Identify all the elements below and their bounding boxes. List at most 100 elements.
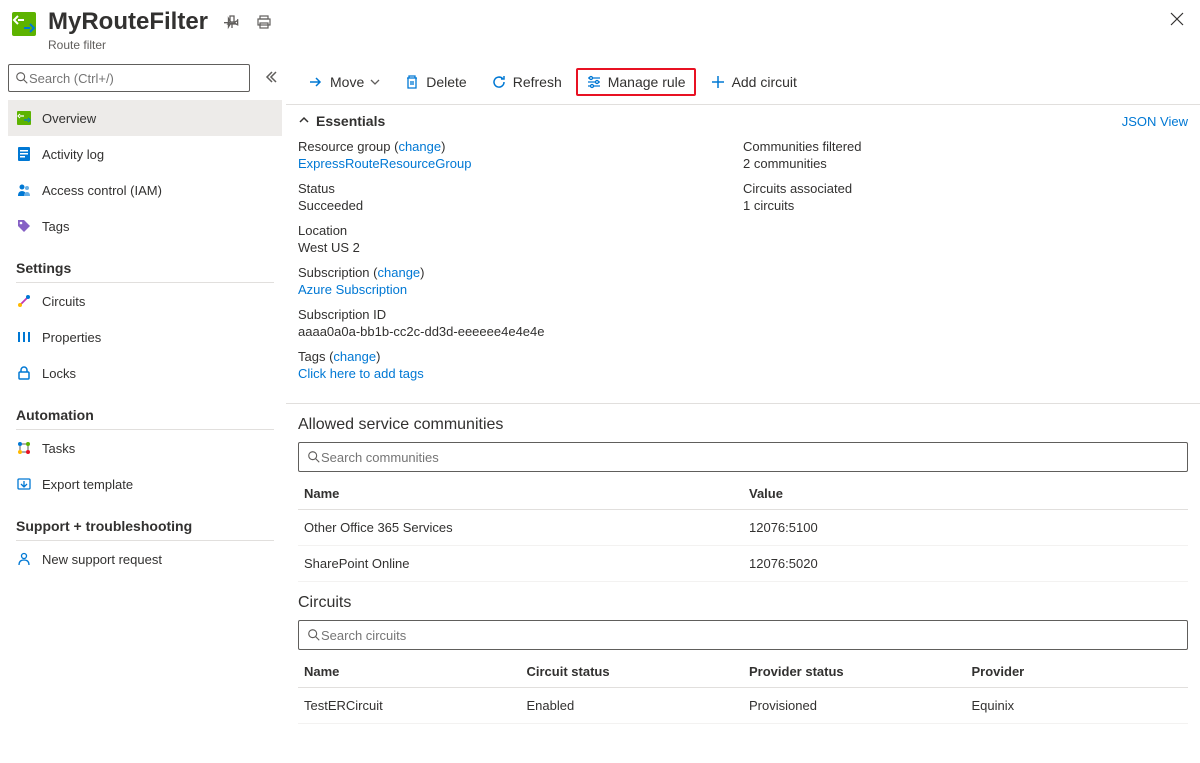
tags-icon xyxy=(16,218,32,234)
chevron-up-icon xyxy=(298,113,310,129)
essentials-toggle[interactable]: Essentials xyxy=(298,113,385,129)
col-value: Value xyxy=(743,478,1188,510)
resource-group-label: Resource group (change) xyxy=(298,139,743,154)
sidebar-item-label: Properties xyxy=(42,330,101,345)
location-value: West US 2 xyxy=(298,240,743,255)
resource-group-value-link[interactable]: ExpressRouteResourceGroup xyxy=(298,156,471,171)
circuits-search-input[interactable] xyxy=(321,628,1179,643)
json-view-link[interactable]: JSON View xyxy=(1122,114,1188,129)
status-value: Succeeded xyxy=(298,198,743,213)
chevron-down-icon xyxy=(370,77,380,87)
sidebar-item-activity-log[interactable]: Activity log xyxy=(8,136,282,172)
communities-section: Allowed service communities Name Value O… xyxy=(286,404,1200,582)
col-provider-status: Provider status xyxy=(743,656,966,688)
activity-log-icon xyxy=(16,146,32,162)
print-icon[interactable] xyxy=(256,14,272,30)
support-icon xyxy=(16,551,32,567)
cell-status: Enabled xyxy=(521,688,744,724)
subscription-value-link[interactable]: Azure Subscription xyxy=(298,282,407,297)
sidebar: Overview Activity log Access control (IAM)… xyxy=(0,60,286,763)
sidebar-item-tasks[interactable]: Tasks xyxy=(8,430,282,466)
col-name: Name xyxy=(298,478,743,510)
sliders-icon xyxy=(586,74,602,90)
export-template-icon xyxy=(16,476,32,492)
col-provider: Provider xyxy=(966,656,1189,688)
communities-filtered-value: 2 communities xyxy=(743,156,1188,171)
table-row[interactable]: SharePoint Online12076:5020 xyxy=(298,546,1188,582)
cell-value: 12076:5020 xyxy=(743,546,1188,582)
essentials-panel: Resource group (change) ExpressRouteReso… xyxy=(286,133,1200,404)
communities-search-input[interactable] xyxy=(321,450,1179,465)
sidebar-item-export-template[interactable]: Export template xyxy=(8,466,282,502)
resource-group-change-link[interactable]: change xyxy=(398,139,441,154)
sidebar-item-label: Export template xyxy=(42,477,133,492)
sidebar-item-tags[interactable]: Tags xyxy=(8,208,282,244)
status-label: Status xyxy=(298,181,743,196)
subscription-change-link[interactable]: change xyxy=(378,265,421,280)
sidebar-item-label: Circuits xyxy=(42,294,85,309)
plus-icon xyxy=(710,74,726,90)
sidebar-item-new-support-request[interactable]: New support request xyxy=(8,541,282,577)
resource-type-icon xyxy=(8,8,40,40)
circuits-table: Name Circuit status Provider status Prov… xyxy=(298,656,1188,724)
sidebar-item-overview[interactable]: Overview xyxy=(8,100,282,136)
toolbar: Move Delete Refresh Manage rule A xyxy=(286,60,1200,105)
sidebar-item-locks[interactable]: Locks xyxy=(8,355,282,391)
search-icon xyxy=(307,450,321,464)
communities-search[interactable] xyxy=(298,442,1188,472)
sidebar-section-title: Automation xyxy=(8,391,282,429)
delete-button[interactable]: Delete xyxy=(394,68,476,96)
location-label: Location xyxy=(298,223,743,238)
close-button[interactable] xyxy=(1170,12,1184,31)
move-button[interactable]: Move xyxy=(298,68,390,96)
communities-title: Allowed service communities xyxy=(298,416,1188,434)
page-title: MyRouteFilter xyxy=(48,8,208,36)
sidebar-item-label: Access control (IAM) xyxy=(42,183,162,198)
sidebar-item-label: Overview xyxy=(42,111,96,126)
table-row[interactable]: Other Office 365 Services12076:5100 xyxy=(298,510,1188,546)
overview-icon xyxy=(16,110,32,126)
sidebar-item-label: Locks xyxy=(42,366,76,381)
refresh-button[interactable]: Refresh xyxy=(481,68,572,96)
search-icon xyxy=(15,71,29,85)
sidebar-section-title: Settings xyxy=(8,244,282,282)
add-circuit-button[interactable]: Add circuit xyxy=(700,68,807,96)
communities-table: Name Value Other Office 365 Services1207… xyxy=(298,478,1188,582)
circuits-title: Circuits xyxy=(298,594,1188,612)
circuits-section: Circuits Name Circuit status Provider st… xyxy=(286,582,1200,724)
sidebar-search-input[interactable] xyxy=(29,71,243,86)
tags-label: Tags (change) xyxy=(298,349,743,364)
sidebar-section-title: Support + troubleshooting xyxy=(8,502,282,540)
sidebar-item-properties[interactable]: Properties xyxy=(8,319,282,355)
cell-value: 12076:5100 xyxy=(743,510,1188,546)
trash-icon xyxy=(404,74,420,90)
circuits-search[interactable] xyxy=(298,620,1188,650)
page-header: MyRouteFilter Route filter xyxy=(0,0,1200,60)
locks-icon xyxy=(16,365,32,381)
sidebar-item-label: Tags xyxy=(42,219,69,234)
cell-name: TestERCircuit xyxy=(298,688,521,724)
cell-name: SharePoint Online xyxy=(298,546,743,582)
cell-name: Other Office 365 Services xyxy=(298,510,743,546)
tags-add-link[interactable]: Click here to add tags xyxy=(298,366,424,381)
table-row[interactable]: TestERCircuitEnabledProvisionedEquinix xyxy=(298,688,1188,724)
sidebar-search[interactable] xyxy=(8,64,250,92)
sidebar-item-circuits[interactable]: Circuits xyxy=(8,283,282,319)
communities-filtered-label: Communities filtered xyxy=(743,139,1188,154)
search-icon xyxy=(307,628,321,642)
tags-change-link[interactable]: change xyxy=(333,349,376,364)
collapse-sidebar-button[interactable] xyxy=(260,66,282,91)
arrow-right-icon xyxy=(308,74,324,90)
pin-icon[interactable] xyxy=(224,14,240,30)
page-subtitle: Route filter xyxy=(48,38,208,52)
col-name: Name xyxy=(298,656,521,688)
manage-rule-button[interactable]: Manage rule xyxy=(576,68,696,96)
sidebar-item-access-control-iam-[interactable]: Access control (IAM) xyxy=(8,172,282,208)
main-content: Move Delete Refresh Manage rule A xyxy=(286,60,1200,763)
col-status: Circuit status xyxy=(521,656,744,688)
circuits-icon xyxy=(16,293,32,309)
sidebar-item-label: Activity log xyxy=(42,147,104,162)
cell-provider-status: Provisioned xyxy=(743,688,966,724)
properties-icon xyxy=(16,329,32,345)
subscription-id-value: aaaa0a0a-bb1b-cc2c-dd3d-eeeeee4e4e4e xyxy=(298,324,743,339)
